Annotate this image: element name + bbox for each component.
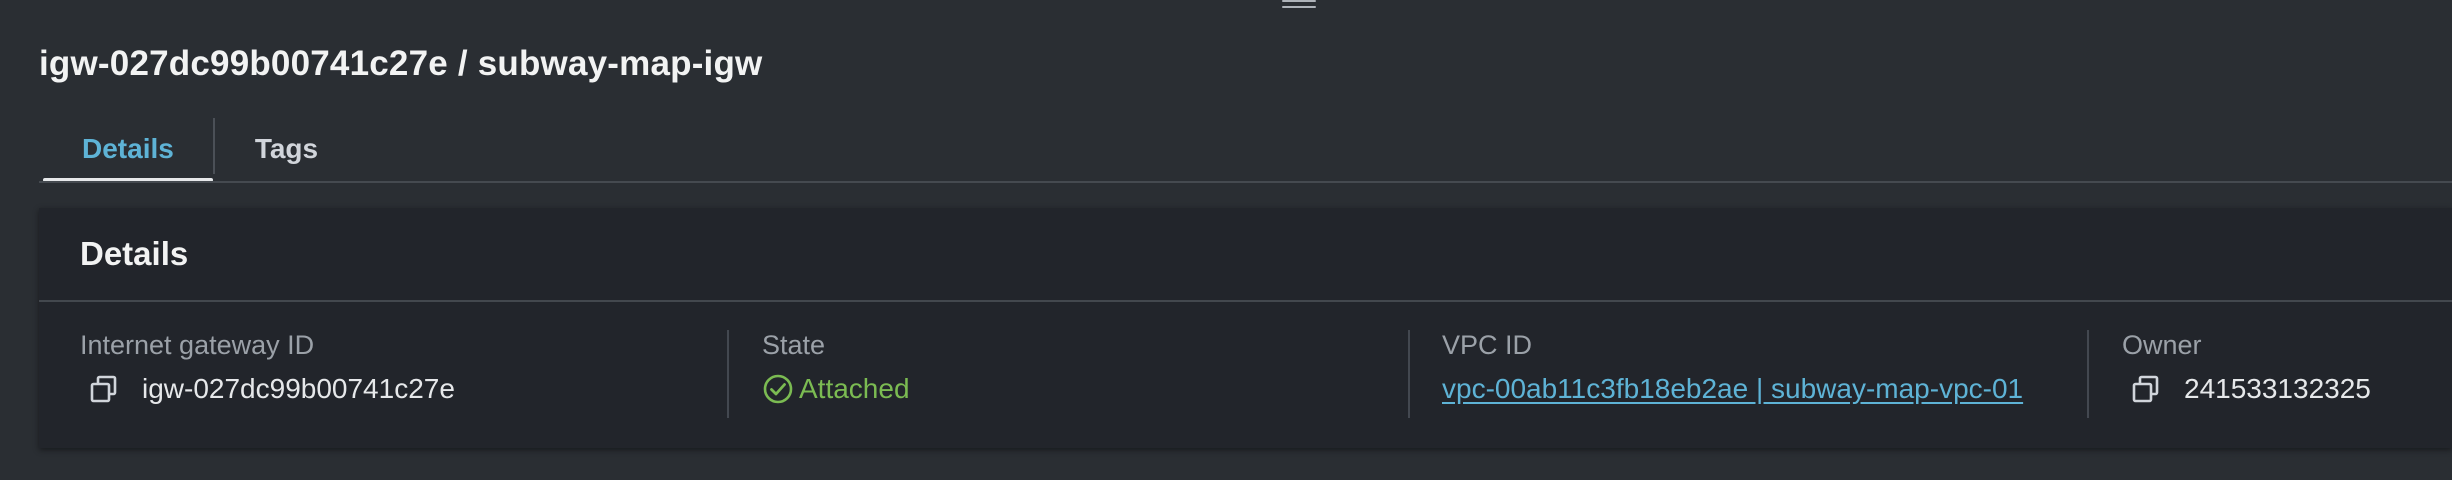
page-title: igw-027dc99b00741c27e / subway-map-igw	[39, 44, 763, 83]
tab-details[interactable]: Details	[43, 116, 213, 182]
field-internet-gateway-id: Internet gateway ID igw-027dc99b00741c27…	[80, 329, 455, 406]
state-status-badge: Attached	[799, 373, 910, 404]
details-panel-body: Internet gateway ID igw-027dc99b00741c27…	[39, 302, 2452, 448]
column-divider	[727, 330, 729, 418]
resize-handle[interactable]	[1282, 0, 1316, 14]
field-label: Internet gateway ID	[80, 330, 315, 360]
details-panel: Details Internet gateway ID igw-027dc99b…	[39, 208, 2452, 448]
tab-bar-divider	[39, 181, 2452, 183]
field-state: State Attached	[762, 329, 910, 406]
field-vpc-id: VPC ID vpc-00ab11c3fb18eb2ae | subway-ma…	[1442, 329, 2023, 406]
copy-icon[interactable]	[88, 373, 120, 405]
field-label: VPC ID	[1442, 330, 1533, 360]
tab-bar: Details Tags	[43, 116, 358, 182]
field-value-row: vpc-00ab11c3fb18eb2ae | subway-map-vpc-0…	[1442, 372, 2023, 406]
field-label: Owner	[2122, 330, 2202, 360]
owner-value: 241533132325	[2184, 373, 2371, 404]
field-value-row: 241533132325	[2122, 372, 2371, 406]
internet-gateway-detail-page: igw-027dc99b00741c27e / subway-map-igw D…	[0, 0, 2452, 480]
details-panel-header: Details	[39, 208, 2452, 302]
field-value-row: igw-027dc99b00741c27e	[80, 372, 455, 406]
vpc-id-link[interactable]: vpc-00ab11c3fb18eb2ae | subway-map-vpc-0…	[1442, 372, 2023, 406]
details-panel-title: Details	[80, 235, 189, 272]
column-divider	[2087, 330, 2089, 418]
check-circle-icon	[762, 373, 794, 405]
tab-tags[interactable]: Tags	[215, 116, 358, 182]
field-label: State	[762, 330, 826, 360]
field-value-row: Attached	[762, 372, 910, 406]
field-owner: Owner 241533132325	[2122, 329, 2371, 406]
internet-gateway-id-value: igw-027dc99b00741c27e	[142, 373, 455, 404]
column-divider	[1408, 330, 1410, 418]
copy-icon[interactable]	[2130, 373, 2162, 405]
